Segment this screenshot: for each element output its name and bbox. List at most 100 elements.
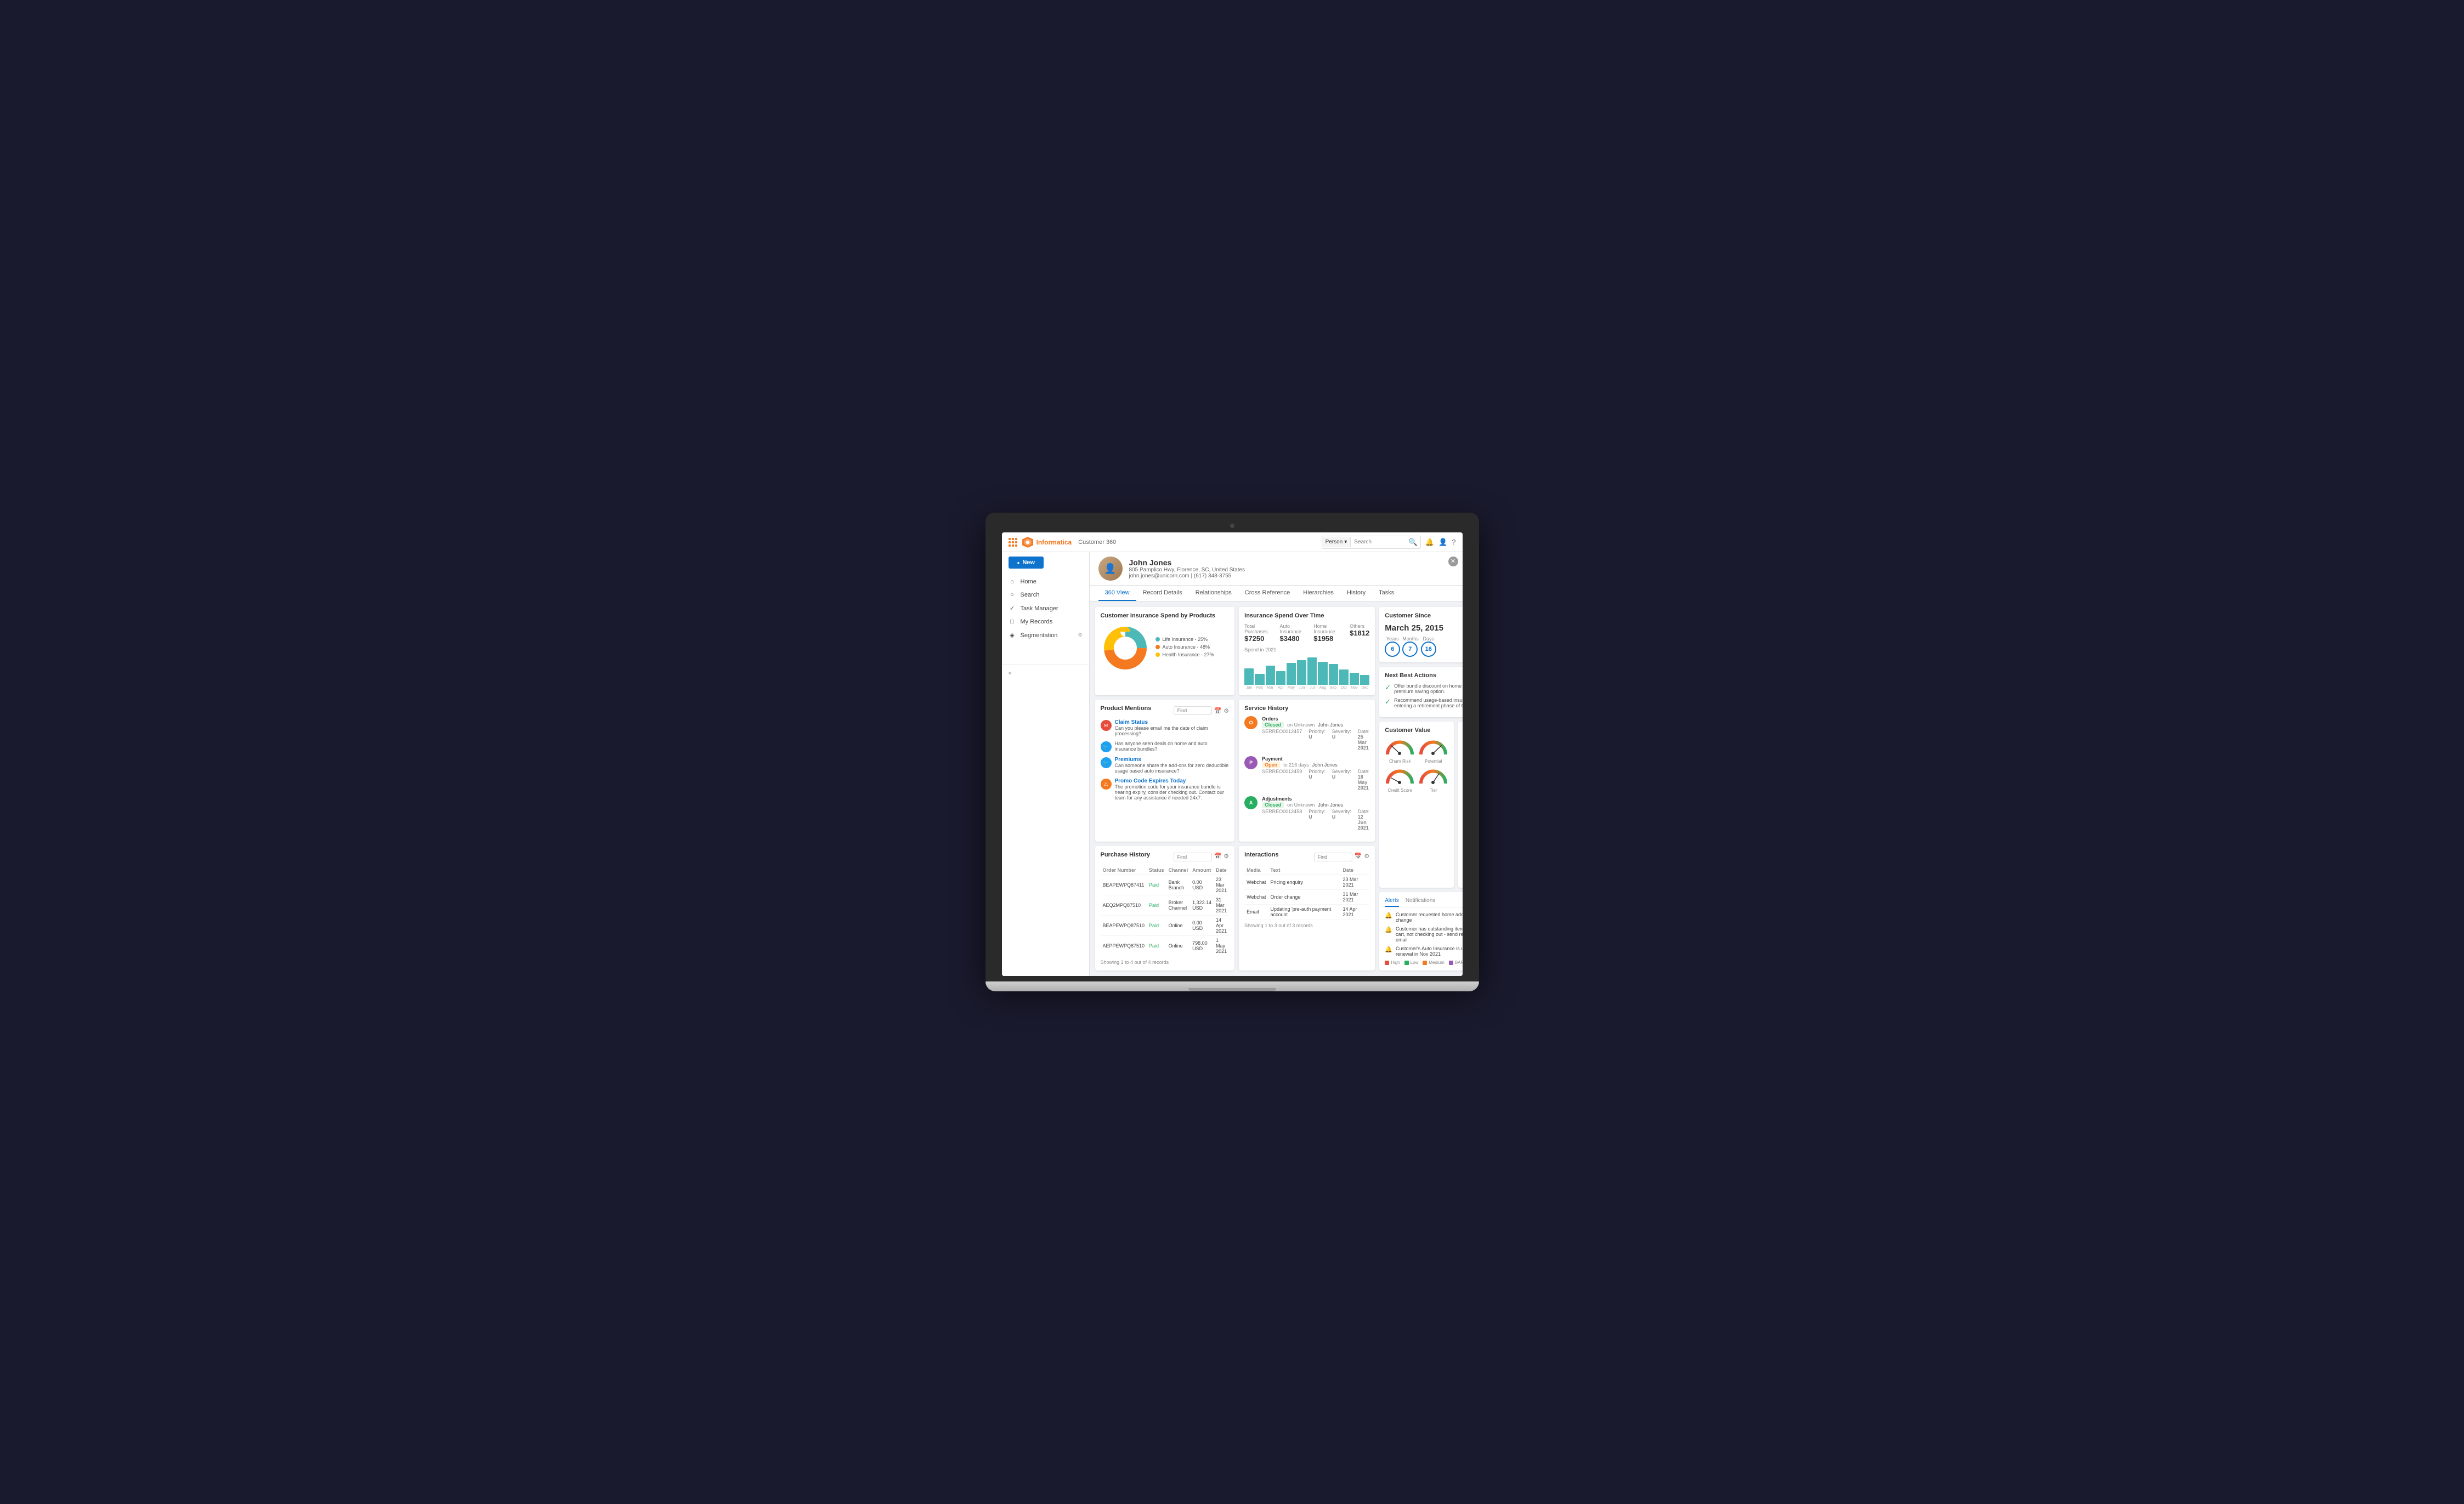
interaction-cell-date: 23 Mar 2021 <box>1341 875 1370 890</box>
purchase-table-container: Order Number Status Channel Amount Date <box>1101 866 1230 956</box>
product-mentions-header: Product Mentions 📅 ⚙ <box>1101 705 1230 716</box>
bar-label-jul: Jul <box>1307 686 1317 690</box>
potential-gauge <box>1418 738 1448 757</box>
tab-tasks[interactable]: Tasks <box>1372 586 1401 601</box>
purchase-cell-channel: Bank Branch <box>1166 875 1191 895</box>
alert-item-2: 🔔 Customer has outstanding items in cart… <box>1385 926 1462 943</box>
auto-insurance-total: Auto Insurance $3480 <box>1280 623 1305 643</box>
notification-icon[interactable]: 🔔 <box>1425 538 1434 547</box>
interactions-records-count: Showing 1 to 3 out of 3 records <box>1244 923 1369 928</box>
spend-year-label: Spend in 2021 <box>1244 647 1369 652</box>
purchase-cell-date: 31 Mar 2021 <box>1214 895 1229 916</box>
customer-value-card: Customer Value <box>1379 722 1454 888</box>
calendar-icon[interactable]: 📅 <box>1214 707 1222 714</box>
tab-cross-reference[interactable]: Cross Reference <box>1238 586 1297 601</box>
sidebar-item-task-manager[interactable]: ✓ Task Manager <box>1002 601 1089 615</box>
search-button[interactable]: 🔍 <box>1406 536 1420 548</box>
since-values-row: Years 6 Months 7 Days <box>1385 636 1462 657</box>
alerts-card: Alerts Notifications 🔔 Customer requeste… <box>1379 892 1462 970</box>
collapse-sidebar-button[interactable]: « <box>1009 669 1012 677</box>
bar-label-jun: Jun <box>1297 686 1306 690</box>
purchase-history-controls: 📅 ⚙ <box>1174 853 1230 861</box>
home-icon: ⌂ <box>1009 578 1016 585</box>
right-column: Customer Since March 25, 2015 Years 6 <box>1379 607 1462 970</box>
interaction-cell-date: 14 Apr 2021 <box>1341 905 1370 920</box>
notifications-tab[interactable]: Notifications <box>1406 898 1435 907</box>
search-input[interactable] <box>1351 537 1406 547</box>
years-circle: 6 <box>1385 642 1400 657</box>
col-amount: Amount <box>1190 866 1214 875</box>
total-purchases: Total Purchases $7250 <box>1244 623 1271 643</box>
laptop-shell: Informatica Customer 360 Person ▾ 🔍 🔔 <box>985 513 1479 991</box>
customer-sentiment-card: Customer Sentiment <box>1458 722 1462 888</box>
legend-low: Low <box>1404 960 1419 965</box>
interaction-cell-media: Webchat <box>1244 890 1268 905</box>
mention-claim-status: ✉ Claim Status Can you please email me t… <box>1101 719 1230 736</box>
insurance-spend-card: Customer Insurance Spend by Products <box>1095 607 1235 695</box>
sidebar-item-search[interactable]: ○ Search <box>1002 588 1089 601</box>
bar-label-nov: Nov <box>1350 686 1359 690</box>
bar-feb <box>1255 674 1264 685</box>
search-type[interactable]: Person ▾ <box>1322 537 1351 547</box>
new-button[interactable]: New <box>1009 557 1044 569</box>
tab-record-details[interactable]: Record Details <box>1136 586 1189 601</box>
purchase-cell-channel: Broker Channel <box>1166 895 1191 916</box>
days-circle: 16 <box>1421 642 1436 657</box>
alert-item-1: 🔔 Customer requested home address change… <box>1385 912 1462 923</box>
settings-icon[interactable]: ⚙ <box>1223 707 1229 714</box>
table-row: AEPPEWPQ87510PaidOnline798.00 USD1 May 2… <box>1101 936 1230 956</box>
interactions-search[interactable] <box>1314 853 1352 861</box>
interaction-cell-media: Email <box>1244 905 1268 920</box>
purchase-history-search[interactable] <box>1174 853 1212 861</box>
service-item-3: A Adjustments Closed on Unknown John Jon… <box>1244 796 1369 831</box>
service-badge-3: A <box>1244 796 1258 809</box>
help-icon[interactable]: ? <box>1452 538 1455 546</box>
mention-title-1: Claim Status <box>1115 719 1230 725</box>
donut-label-health: Health Insurance - 27% <box>1155 652 1214 657</box>
purchase-settings-icon[interactable]: ⚙ <box>1223 853 1229 861</box>
purchase-calendar-icon[interactable]: 📅 <box>1214 853 1222 861</box>
user-icon[interactable]: 👤 <box>1438 538 1447 547</box>
tabs-bar: 360 View Record Details Relationships Cr… <box>1090 586 1463 601</box>
bar-nov <box>1350 673 1359 685</box>
sidebar-item-my-records[interactable]: □ My Records <box>1002 615 1089 628</box>
col-status: Status <box>1147 866 1166 875</box>
table-row: WebchatOrder change31 Mar 2021 <box>1244 890 1369 905</box>
screen-bezel: Informatica Customer 360 Person ▾ 🔍 🔔 <box>985 513 1479 981</box>
interaction-cell-text: Updating 'pre-auth payment account <box>1268 905 1341 920</box>
records-icon: □ <box>1009 618 1016 625</box>
nba-check-1: ✓ <box>1385 683 1391 692</box>
bar-jan <box>1244 668 1254 685</box>
tab-360-view[interactable]: 360 View <box>1098 586 1136 601</box>
purchase-cell-channel: Online <box>1166 936 1191 956</box>
app-container: Informatica Customer 360 Person ▾ 🔍 🔔 <box>1002 532 1463 976</box>
customer-info: John Jones 805 Pamplico Hwy, Florence, S… <box>1129 558 1245 579</box>
purchase-records-count: Showing 1 to 4 out of 4 records <box>1101 960 1230 965</box>
interactions-settings-icon[interactable]: ⚙ <box>1364 853 1369 861</box>
sidebar-item-segmentation[interactable]: ◈ Segmentation ⚙ <box>1002 628 1089 642</box>
credit-score-block: Credit Score <box>1385 767 1415 793</box>
purchase-history-header: Purchase History 📅 ⚙ <box>1101 852 1230 862</box>
purchase-cell-amount: 1,323.14 USD <box>1190 895 1214 916</box>
potential-block: Potential <box>1418 738 1448 764</box>
customer-name: John Jones <box>1129 558 1245 567</box>
alert-bell-3: 🔔 <box>1385 946 1392 953</box>
interactions-calendar-icon[interactable]: 📅 <box>1355 853 1362 861</box>
tab-relationships[interactable]: Relationships <box>1189 586 1238 601</box>
task-icon: ✓ <box>1009 605 1016 612</box>
alerts-tab[interactable]: Alerts <box>1385 898 1399 907</box>
product-mentions-search[interactable] <box>1174 706 1212 715</box>
donut-label-life: Life Insurance - 25% <box>1155 637 1214 642</box>
value-sentiment-row: Customer Value <box>1379 722 1462 888</box>
mention-icon-2: 🐦 <box>1101 741 1112 752</box>
interactions-card: Interactions 📅 ⚙ <box>1239 846 1375 970</box>
tab-history[interactable]: History <box>1340 586 1372 601</box>
app-grid-icon[interactable] <box>1009 538 1017 547</box>
legend-bap: BAP <box>1449 960 1463 965</box>
tab-hierarchies[interactable]: Hierarchies <box>1296 586 1340 601</box>
donut-chart-svg <box>1101 623 1150 673</box>
sidebar-item-home[interactable]: ⌂ Home <box>1002 575 1089 588</box>
donut-label-auto: Auto Insurance - 48% <box>1155 644 1214 650</box>
segmentation-settings-icon[interactable]: ⚙ <box>1078 632 1082 638</box>
close-button[interactable]: ✕ <box>1448 557 1458 566</box>
